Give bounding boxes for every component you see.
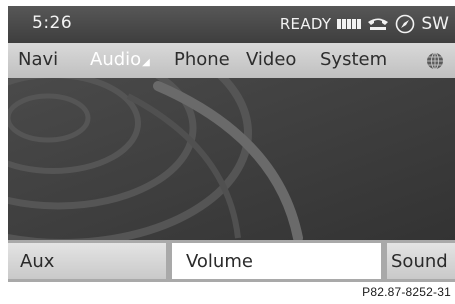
compass-icon bbox=[396, 14, 415, 34]
phone-icon bbox=[368, 18, 389, 30]
menu-item-system[interactable]: System bbox=[320, 49, 387, 70]
audio-wave-background bbox=[8, 78, 455, 240]
signal-icon bbox=[337, 19, 362, 29]
menu-item-navi[interactable]: Navi bbox=[18, 49, 58, 70]
status-text: READY bbox=[279, 15, 332, 33]
audio-display-area bbox=[8, 78, 455, 240]
main-menu-bar: Navi Audio◢ Phone Video System bbox=[8, 43, 455, 78]
region-indicator: SW bbox=[421, 14, 449, 34]
globe-icon[interactable] bbox=[426, 52, 444, 70]
softkey-sound[interactable]: Sound bbox=[387, 243, 455, 279]
figure-reference: P82.87-8252-31 bbox=[362, 285, 451, 299]
menu-item-audio[interactable]: Audio◢ bbox=[90, 49, 150, 70]
clock: 5:26 bbox=[32, 13, 73, 33]
softkey-aux[interactable]: Aux bbox=[8, 243, 166, 279]
status-indicators: READY SW bbox=[280, 13, 449, 35]
menu-item-phone[interactable]: Phone bbox=[174, 49, 230, 70]
menu-item-audio-label: Audio bbox=[90, 49, 142, 70]
submenu-caret-icon: ◢ bbox=[142, 57, 150, 68]
head-unit-screen: 5:26 READY SW Navi Audio◢ Phone Video Sy… bbox=[8, 6, 455, 282]
softkey-bar: Aux Volume Sound bbox=[8, 240, 455, 282]
status-bar: 5:26 READY SW bbox=[8, 6, 455, 43]
menu-item-video[interactable]: Video bbox=[246, 49, 296, 70]
softkey-volume[interactable]: Volume bbox=[172, 243, 381, 279]
